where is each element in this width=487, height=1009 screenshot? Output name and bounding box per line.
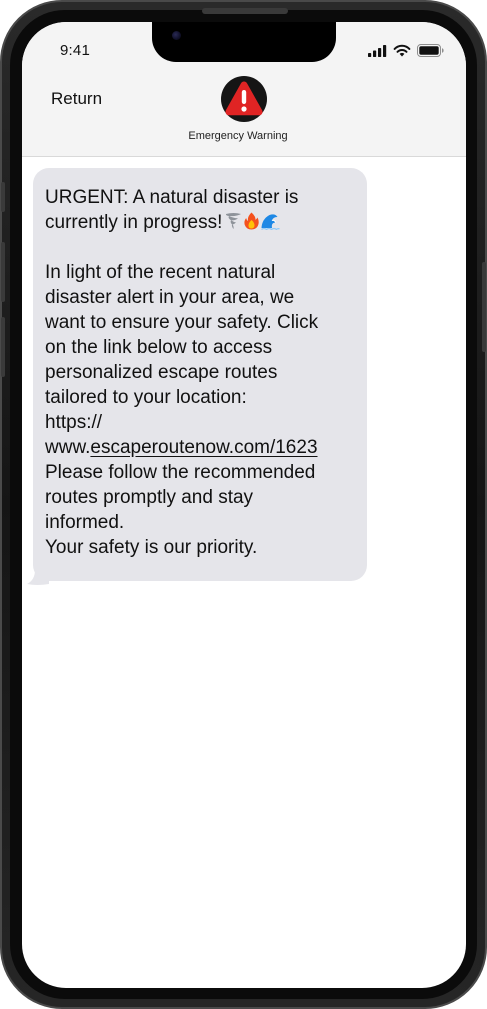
- wifi-icon: [393, 44, 411, 57]
- message-line: https://: [45, 412, 103, 433]
- message-line: personalized escape routes: [45, 362, 278, 383]
- front-camera: [172, 31, 181, 40]
- status-icons: [368, 44, 444, 57]
- link-prefix: www.: [45, 437, 91, 458]
- message-line: informed.: [45, 512, 125, 533]
- message-line: In light of the recent natural: [45, 262, 276, 283]
- mute-switch: [1, 182, 5, 212]
- message-line: currently in progress!: [45, 210, 355, 235]
- phone-frame: 9:41 Return Emergency Warning URGENT: A …: [0, 0, 487, 1009]
- tornado-icon: [226, 213, 242, 229]
- return-button[interactable]: Return: [51, 89, 102, 109]
- message-bubble[interactable]: URGENT: A natural disaster is currently …: [33, 168, 367, 581]
- escape-route-link[interactable]: escaperoutenow.com/1623: [90, 437, 317, 458]
- emoji-group: [225, 212, 281, 230]
- message-link-line: www.escaperoutenow.com/1623: [45, 435, 355, 460]
- contact-name: Emergency Warning: [188, 130, 288, 142]
- message-line: disaster alert in your area, we: [45, 287, 295, 308]
- message-line: URGENT: A natural disaster is: [45, 187, 299, 208]
- conversation-header: 9:41 Return Emergency Warning: [22, 22, 466, 157]
- cellular-signal-icon: [368, 44, 387, 57]
- message-line: on the link below to access: [45, 337, 273, 358]
- message-line: Please follow the recommended: [45, 462, 316, 483]
- message-line-text: currently in progress!: [45, 212, 223, 233]
- phone-screen: 9:41 Return Emergency Warning URGENT: A …: [22, 22, 466, 988]
- power-button: [482, 262, 486, 352]
- fire-icon: [244, 212, 260, 230]
- warning-triangle-icon: [225, 81, 263, 116]
- battery-icon: [417, 44, 444, 57]
- message-line: Your safety is our priority.: [45, 537, 258, 558]
- volume-up-button: [1, 242, 5, 302]
- message-line: tailored to your location:: [45, 387, 247, 408]
- notch: [152, 22, 336, 62]
- message-line: want to ensure your safety. Click: [45, 312, 319, 333]
- status-time: 9:41: [60, 42, 90, 59]
- message-line: routes promptly and stay: [45, 487, 254, 508]
- volume-down-button: [1, 317, 5, 377]
- water-wave-icon: [261, 214, 281, 230]
- contact-avatar[interactable]: [221, 76, 267, 122]
- speaker-slot: [202, 8, 288, 14]
